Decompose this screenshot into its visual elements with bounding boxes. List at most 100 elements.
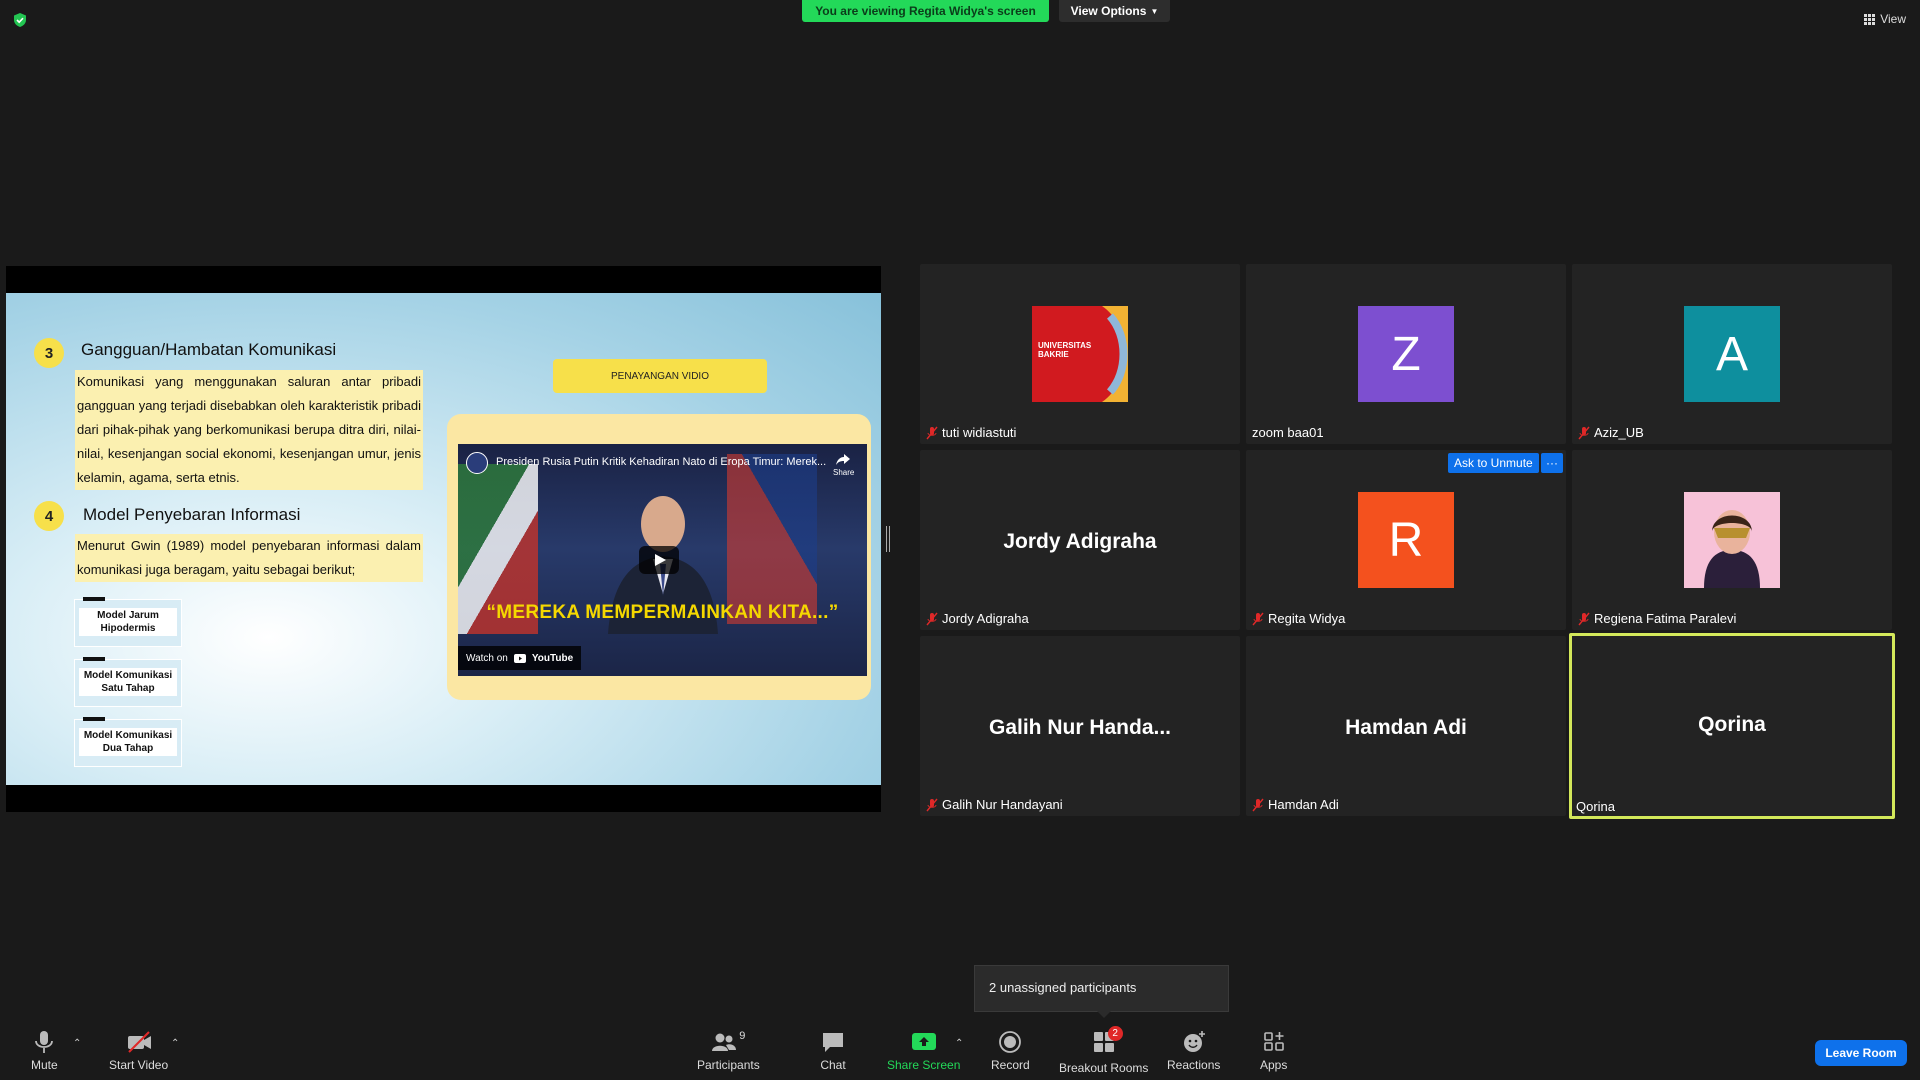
view-options-label: View Options xyxy=(1070,4,1147,18)
participant-name: Regita Widya xyxy=(1252,611,1345,626)
item-number-4: 4 xyxy=(34,501,64,531)
muted-mic-icon xyxy=(926,426,938,439)
item-number-3: 3 xyxy=(34,338,64,368)
participant-display-name: Qorina xyxy=(1698,713,1766,736)
participant-tile[interactable]: Jordy Adigraha Jordy Adigraha xyxy=(920,450,1240,630)
presentation-slide: 3 Gangguan/Hambatan Komunikasi Komunikas… xyxy=(6,293,881,785)
apps-button[interactable]: Apps xyxy=(1260,1030,1287,1072)
video-caption: “MEREKA MEMPERMAINKAN KITA...” xyxy=(486,602,839,623)
participants-count: 9 xyxy=(739,1030,746,1042)
slide-heading-gangguan: Gangguan/Hambatan Komunikasi xyxy=(81,340,337,359)
avatar: R xyxy=(1358,492,1454,588)
muted-mic-icon xyxy=(1252,798,1264,811)
microphone-icon xyxy=(35,1031,54,1053)
leave-room-button[interactable]: Leave Room xyxy=(1815,1040,1907,1066)
participant-name: Hamdan Adi xyxy=(1252,797,1339,812)
muted-mic-icon xyxy=(1252,612,1264,625)
muted-mic-icon xyxy=(1578,612,1590,625)
participants-icon xyxy=(712,1033,737,1051)
participant-tile[interactable]: Z zoom baa01 xyxy=(1246,264,1566,444)
model-box-dua-tahap: Model Komunikasi Dua Tahap xyxy=(74,717,182,767)
participant-name: Jordy Adigraha xyxy=(926,611,1029,626)
ask-to-unmute-button[interactable]: Ask to Unmute xyxy=(1448,453,1539,473)
participant-name: tuti widiastuti xyxy=(926,425,1016,440)
record-icon xyxy=(999,1031,1022,1053)
active-speaker-tile[interactable]: Qorina Qorina xyxy=(1569,633,1895,819)
view-options-button[interactable]: View Options ▼ xyxy=(1059,0,1170,22)
mute-button[interactable]: Mute xyxy=(31,1030,58,1072)
video-card: Presiden Rusia Putin Kritik Kehadiran Na… xyxy=(447,414,871,700)
video-options-caret-icon[interactable]: ⌃ xyxy=(171,1038,179,1049)
svg-text:UNIVERSITAS: UNIVERSITAS xyxy=(1038,341,1092,350)
model-tab xyxy=(83,717,105,721)
breakout-rooms-button[interactable]: 2 Breakout Rooms xyxy=(1059,1026,1149,1075)
participants-icon-group: 9 xyxy=(711,1030,745,1054)
avatar: A xyxy=(1684,306,1780,402)
watch-on-youtube-link[interactable]: Watch on YouTube xyxy=(458,646,582,670)
university-logo-avatar: UNIVERSITAS BAKRIE xyxy=(1032,306,1128,402)
share-icon[interactable]: Share xyxy=(833,454,855,480)
viewing-screen-banner: You are viewing Regita Widya's screen xyxy=(802,0,1049,22)
chat-label: Chat xyxy=(820,1058,846,1072)
breakout-rooms-label: Breakout Rooms xyxy=(1059,1061,1149,1075)
participant-tile[interactable]: R Regita Widya xyxy=(1246,450,1566,630)
participant-display-name: Galih Nur Handa... xyxy=(988,716,1172,739)
participant-tile[interactable]: Regiena Fatima Paralevi xyxy=(1572,450,1892,630)
model-label: Model Komunikasi Satu Tahap xyxy=(79,668,177,696)
grid-icon xyxy=(1864,13,1876,25)
share-screen-button[interactable]: Share Screen xyxy=(887,1030,960,1072)
share-label: Share xyxy=(833,468,855,477)
youtube-icon xyxy=(513,653,526,663)
participant-name: Galih Nur Handayani xyxy=(926,797,1063,812)
watch-on-label: Watch on xyxy=(466,652,508,664)
apps-icon xyxy=(1263,1032,1284,1051)
participant-display-name: Jordy Adigraha xyxy=(1003,530,1157,553)
video-title[interactable]: Presiden Rusia Putin Kritik Kehadiran Na… xyxy=(496,456,827,468)
reactions-button[interactable]: Reactions xyxy=(1167,1030,1220,1072)
view-button[interactable]: View xyxy=(1864,12,1906,26)
video-section-label: PENAYANGAN VIDIO xyxy=(553,359,767,393)
video-off-icon xyxy=(127,1031,151,1053)
participant-tile[interactable]: Galih Nur Handa... Galih Nur Handayani xyxy=(920,636,1240,816)
model-tab xyxy=(83,597,105,601)
breakout-icon-wrap: 2 xyxy=(1091,1026,1123,1057)
youtube-label: YouTube xyxy=(531,652,574,664)
chat-button[interactable]: Chat xyxy=(820,1030,846,1072)
participant-tile[interactable]: Hamdan Adi Hamdan Adi xyxy=(1246,636,1566,816)
security-shield-icon[interactable] xyxy=(12,12,28,28)
model-label: Model Jarum Hipodermis xyxy=(79,608,177,636)
share-screen-label: Share Screen xyxy=(887,1058,961,1072)
reactions-icon xyxy=(1183,1031,1205,1052)
participant-name: zoom baa01 xyxy=(1252,425,1324,440)
audio-options-caret-icon[interactable]: ⌃ xyxy=(73,1038,81,1049)
apps-label: Apps xyxy=(1260,1058,1288,1072)
svg-text:BAKRIE: BAKRIE xyxy=(1038,350,1069,359)
avatar: Z xyxy=(1358,306,1454,402)
resize-divider[interactable] xyxy=(886,526,890,552)
start-video-label: Start Video xyxy=(109,1058,169,1072)
model-tab xyxy=(83,657,105,661)
model-label: Model Komunikasi Dua Tahap xyxy=(79,728,177,756)
share-options-caret-icon[interactable]: ⌃ xyxy=(955,1038,963,1049)
slide-paragraph-model: Menurut Gwin (1989) model penyebaran inf… xyxy=(75,534,423,582)
participants-label: Participants xyxy=(697,1058,760,1072)
participant-tile[interactable]: A Aziz_UB xyxy=(1572,264,1892,444)
start-video-button[interactable]: Start Video xyxy=(109,1030,168,1072)
record-button[interactable]: Record xyxy=(991,1030,1030,1072)
channel-avatar[interactable] xyxy=(466,452,488,474)
participant-tile[interactable]: UNIVERSITAS BAKRIE tuti widiastuti xyxy=(920,264,1240,444)
participants-button[interactable]: 9 Participants xyxy=(697,1030,760,1072)
embedded-video[interactable]: Presiden Rusia Putin Kritik Kehadiran Na… xyxy=(458,444,867,676)
profile-photo-avatar xyxy=(1684,492,1780,588)
unassigned-participants-tooltip: 2 unassigned participants xyxy=(974,965,1229,1018)
play-icon[interactable] xyxy=(639,546,679,574)
model-box-satu-tahap: Model Komunikasi Satu Tahap xyxy=(74,657,182,707)
more-options-button[interactable]: ··· xyxy=(1541,453,1563,473)
muted-mic-icon xyxy=(926,798,938,811)
chevron-down-icon: ▼ xyxy=(1150,6,1159,16)
mute-label: Mute xyxy=(31,1058,58,1072)
model-box-jarum: Model Jarum Hipodermis xyxy=(74,597,182,647)
participant-name: Qorina xyxy=(1576,799,1616,814)
chat-icon xyxy=(823,1033,843,1052)
reactions-label: Reactions xyxy=(1167,1058,1221,1072)
